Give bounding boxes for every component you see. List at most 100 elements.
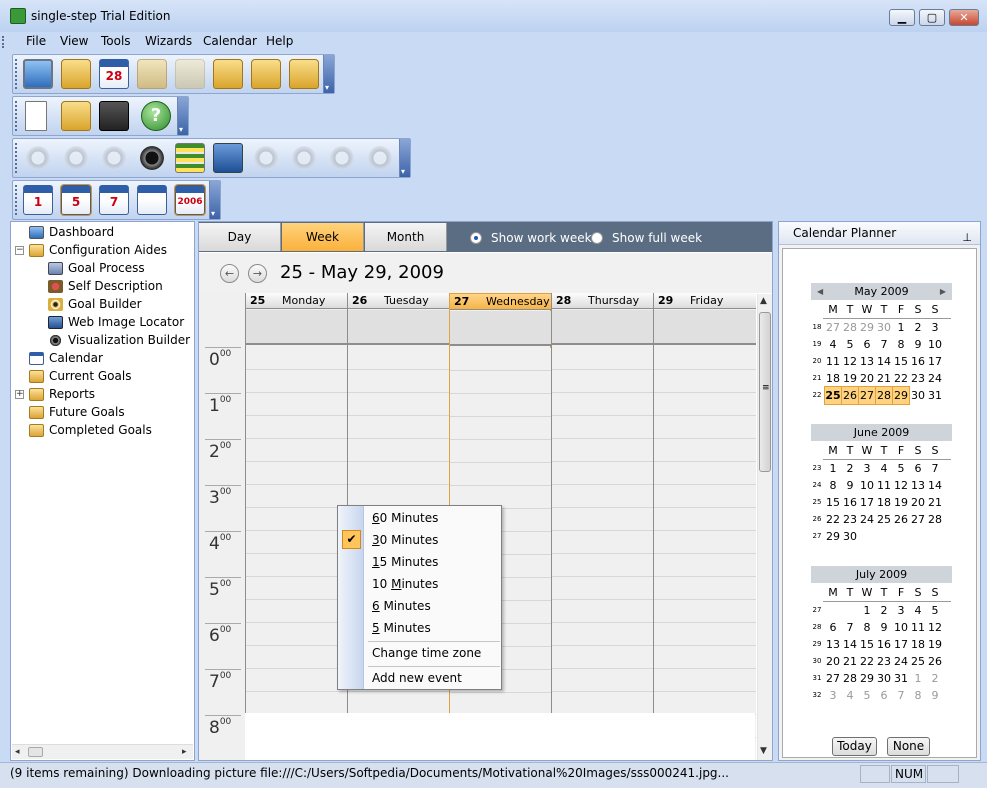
tree-item-visualization-builder[interactable]: Visualization Builder — [48, 331, 190, 349]
day-cell[interactable]: 5 — [859, 687, 875, 704]
time-slots[interactable] — [552, 347, 654, 760]
day-cell[interactable]: 25 — [824, 386, 842, 405]
day-cell[interactable]: 19 — [893, 494, 909, 511]
day-cell[interactable]: 30 — [842, 528, 858, 545]
gear-icon[interactable] — [23, 143, 53, 173]
day-cell[interactable]: 23 — [842, 511, 858, 528]
day-cell[interactable]: 27 — [825, 319, 841, 336]
users-gear-icon[interactable] — [365, 143, 395, 173]
day-cell[interactable]: 8 — [893, 336, 909, 353]
day-cell[interactable]: 10 — [893, 619, 909, 636]
day-cell[interactable]: 1 — [859, 602, 875, 619]
folder-open-icon[interactable] — [213, 59, 243, 89]
day-cell[interactable]: 21 — [927, 494, 943, 511]
all-day-slot[interactable] — [348, 310, 450, 345]
collapse-toggle[interactable]: − — [15, 246, 24, 255]
save-icon[interactable] — [99, 101, 129, 131]
day-cell[interactable]: 13 — [859, 353, 875, 370]
day-cell[interactable]: 10 — [859, 477, 875, 494]
day-cell[interactable]: 11 — [825, 353, 841, 370]
day-cell[interactable]: 18 — [876, 494, 892, 511]
day-cell[interactable]: 16 — [842, 494, 858, 511]
tree-item-goal-builder[interactable]: Goal Builder — [48, 295, 142, 313]
tab-day[interactable]: Day — [199, 223, 281, 251]
menu-view[interactable]: View — [58, 34, 90, 48]
menu-item-30-minutes[interactable]: 30 Minutes — [372, 533, 438, 547]
folder-icon[interactable] — [61, 59, 91, 89]
day-cell[interactable]: 4 — [876, 460, 892, 477]
toolbar-overflow-button[interactable] — [177, 97, 188, 135]
day-cell[interactable]: 20 — [910, 494, 926, 511]
day-cell[interactable]: 15 — [825, 494, 841, 511]
day-cell[interactable]: 13 — [825, 636, 841, 653]
menu-item-6-minutes[interactable]: 6 Minutes — [372, 599, 431, 613]
scroll-left-icon[interactable]: ◂ — [15, 747, 20, 757]
day-cell[interactable]: 22 — [893, 370, 909, 387]
tree-item-goal-process[interactable]: Goal Process — [48, 259, 145, 277]
day-cell[interactable]: 5 — [893, 460, 909, 477]
previous-week-button[interactable]: ← — [220, 264, 239, 283]
all-day-slot[interactable] — [450, 311, 552, 346]
menu-item-60-minutes[interactable]: 60 Minutes — [372, 511, 438, 525]
day-cell[interactable]: 1 — [910, 670, 926, 687]
day-header[interactable]: 25 Monday — [246, 293, 348, 309]
day-cell[interactable]: 11 — [910, 619, 926, 636]
day-cell[interactable]: 17 — [859, 494, 875, 511]
menu-help[interactable]: Help — [264, 34, 295, 48]
menu-item-15-minutes[interactable]: 15 Minutes — [372, 555, 438, 569]
day-column[interactable]: 29 Friday — [653, 293, 756, 760]
day-cell[interactable]: 18 — [825, 370, 841, 387]
day-cell[interactable]: 8 — [859, 619, 875, 636]
time-slots[interactable] — [246, 347, 348, 760]
toolbar-grip[interactable] — [15, 185, 18, 215]
day-view-icon[interactable]: 1 — [23, 185, 53, 215]
day-cell[interactable]: 2 — [876, 602, 892, 619]
day-cell[interactable]: 30 — [876, 670, 892, 687]
grid-vertical-scrollbar[interactable]: ▲ ≡ ▼ — [757, 294, 772, 760]
tree-item-future-goals[interactable]: Future Goals — [29, 403, 125, 421]
calendar-icon[interactable]: 28 — [99, 59, 129, 89]
day-cell[interactable]: 25 — [876, 511, 892, 528]
help-icon[interactable]: ? — [141, 101, 171, 131]
day-cell[interactable]: 17 — [893, 636, 909, 653]
day-cell[interactable]: 27 — [910, 511, 926, 528]
day-cell[interactable]: 20 — [825, 653, 841, 670]
menu-file[interactable]: File — [24, 34, 48, 48]
day-cell[interactable]: 30 — [910, 387, 926, 404]
toolbar-overflow-button[interactable] — [323, 55, 334, 93]
day-cell[interactable]: 22 — [825, 511, 841, 528]
day-cell[interactable]: 7 — [842, 619, 858, 636]
folder-arrow-icon[interactable] — [251, 59, 281, 89]
day-cell[interactable]: 3 — [825, 687, 841, 704]
day-cell[interactable]: 23 — [876, 653, 892, 670]
day-cell[interactable]: 24 — [927, 370, 943, 387]
folder-disabled-icon[interactable] — [175, 59, 205, 89]
day-cell[interactable]: 8 — [910, 687, 926, 704]
scroll-right-icon[interactable]: ▸ — [182, 747, 187, 757]
window-gear-icon[interactable] — [213, 143, 243, 173]
film-reel-icon[interactable] — [137, 143, 167, 173]
day-cell[interactable]: 18 — [910, 636, 926, 653]
folder-star-icon[interactable] — [289, 59, 319, 89]
day-cell[interactable]: 12 — [927, 619, 943, 636]
day-cell[interactable]: 26 — [927, 653, 943, 670]
year-view-icon[interactable]: 2006 — [174, 184, 206, 216]
tree-item-self-description[interactable]: Self Description — [48, 277, 163, 295]
day-column[interactable]: 25 Monday — [245, 293, 348, 760]
day-cell[interactable]: 26 — [893, 511, 909, 528]
day-cell[interactable]: 24 — [859, 511, 875, 528]
day-cell[interactable]: 9 — [910, 336, 926, 353]
day-cell[interactable]: 7 — [927, 460, 943, 477]
day-cell[interactable]: 31 — [893, 670, 909, 687]
menu-item-change-time-zone[interactable]: Change time zone — [372, 646, 481, 660]
day-cell[interactable]: 1 — [825, 460, 841, 477]
day-cell[interactable]: 5 — [927, 602, 943, 619]
day-cell[interactable]: 17 — [927, 353, 943, 370]
all-day-slot[interactable] — [246, 310, 348, 345]
next-month-icon[interactable]: ▶ — [940, 283, 946, 300]
day-cell[interactable]: 23 — [910, 370, 926, 387]
day-cell[interactable]: 30 — [876, 319, 892, 336]
day-cell[interactable]: 3 — [927, 319, 943, 336]
day-cell[interactable]: 28 — [842, 319, 858, 336]
day-cell[interactable]: 3 — [893, 602, 909, 619]
